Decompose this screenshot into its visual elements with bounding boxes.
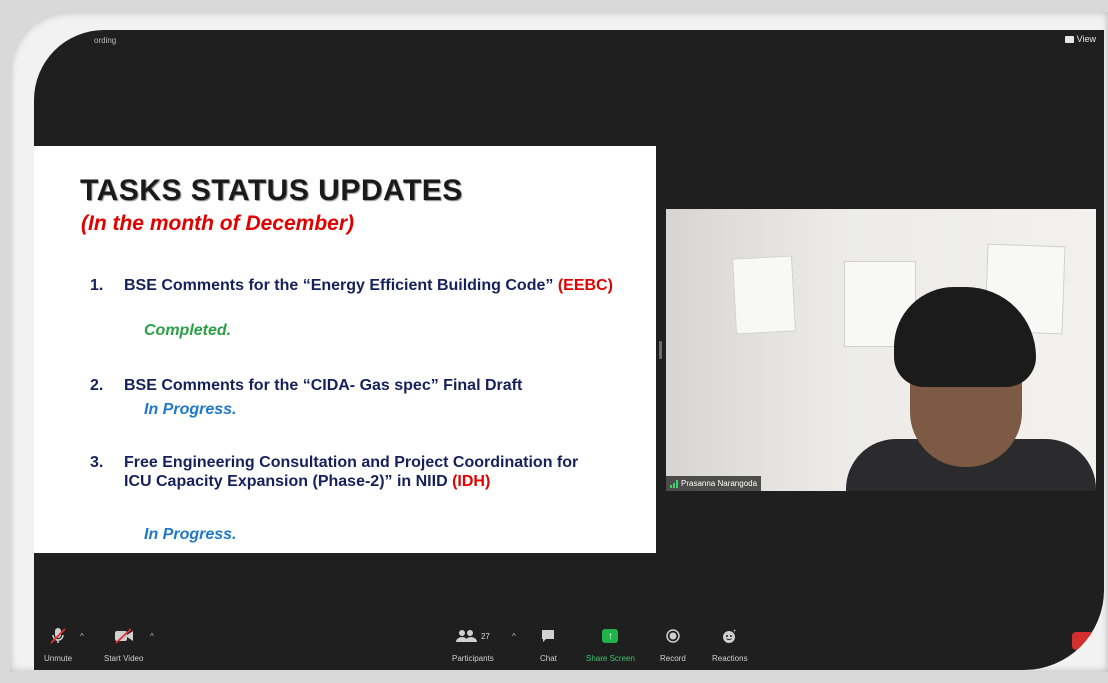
task-number: 2. bbox=[90, 377, 104, 394]
participant-count: 27 bbox=[480, 631, 490, 641]
participant-name: Prasanna Narangoda bbox=[681, 479, 758, 488]
video-off-icon bbox=[114, 626, 134, 646]
wall-paper bbox=[732, 255, 796, 335]
task-text-main: BSE Comments for the “CIDA- Gas spec” Fi… bbox=[124, 377, 523, 394]
connection-signal-icon bbox=[670, 479, 678, 488]
slide-subtitle: (In the month of December) bbox=[81, 212, 355, 235]
task-status-2: In Progress. bbox=[144, 401, 237, 418]
share-screen-icon: ↑ bbox=[602, 629, 619, 643]
task-text-main: BSE Comments for the “Energy Efficient B… bbox=[124, 277, 554, 294]
participants-button[interactable]: 27 Participants bbox=[452, 626, 494, 663]
share-screen-icon-wrap: ↑ bbox=[602, 626, 619, 646]
task-status-1: Completed. bbox=[144, 322, 232, 339]
task-status-3: In Progress. bbox=[144, 526, 237, 543]
participant-video[interactable]: Prasanna Narangoda bbox=[666, 209, 1096, 491]
reactions-label: Reactions bbox=[712, 654, 748, 663]
chat-icon bbox=[541, 626, 555, 646]
task-text-highlight: (EEBC) bbox=[557, 277, 613, 294]
reactions-smiley-icon: + bbox=[722, 626, 738, 646]
start-video-button[interactable]: Start Video bbox=[104, 626, 143, 663]
view-grid-icon bbox=[1064, 35, 1074, 43]
end-meeting-button[interactable] bbox=[1072, 632, 1098, 650]
task-text: Free Engineering Consultation and Projec… bbox=[124, 453, 594, 491]
task-text: BSE Comments for the “Energy Efficient B… bbox=[124, 276, 624, 295]
participants-icon: 27 bbox=[455, 626, 490, 646]
start-video-label: Start Video bbox=[104, 654, 144, 663]
record-label: Record bbox=[660, 654, 686, 663]
participants-label: Participants bbox=[452, 654, 494, 663]
meeting-toolbar: Unmute ^ Start Video ^ 27 Participants ^… bbox=[34, 622, 1104, 670]
video-options-caret-icon[interactable]: ^ bbox=[150, 632, 154, 641]
slide-title: TASKS STATUS UPDATES bbox=[80, 174, 463, 207]
share-screen-button[interactable]: ↑ Share Screen bbox=[586, 626, 635, 663]
share-screen-label: Share Screen bbox=[586, 654, 635, 663]
recording-label: ording bbox=[94, 36, 117, 45]
unmute-button[interactable]: Unmute bbox=[44, 626, 72, 663]
chat-label: Chat bbox=[540, 654, 557, 663]
record-button[interactable]: Record bbox=[660, 626, 686, 663]
view-label: View bbox=[1076, 34, 1096, 44]
split-view-handle[interactable] bbox=[659, 341, 662, 359]
meeting-window: ording View TASKS STATUS UPDATES (In the… bbox=[34, 30, 1104, 670]
record-icon bbox=[666, 626, 680, 646]
audio-options-caret-icon[interactable]: ^ bbox=[80, 632, 84, 641]
task-number: 1. bbox=[90, 277, 104, 294]
view-button[interactable]: View bbox=[1064, 34, 1096, 44]
svg-text:+: + bbox=[733, 629, 737, 635]
reactions-button[interactable]: + Reactions bbox=[712, 626, 748, 663]
muted-microphone-icon bbox=[50, 626, 66, 646]
participants-caret-icon[interactable]: ^ bbox=[512, 632, 516, 641]
task-text-main: Free Engineering Consultation and Projec… bbox=[124, 454, 579, 490]
task-number: 3. bbox=[90, 454, 104, 471]
task-text: BSE Comments for the “CIDA- Gas spec” Fi… bbox=[124, 376, 624, 395]
shared-slide: TASKS STATUS UPDATES (In the month of De… bbox=[34, 146, 656, 553]
unmute-label: Unmute bbox=[44, 654, 73, 663]
participant-name-tag: Prasanna Narangoda bbox=[666, 476, 762, 491]
task-text-highlight: (IDH) bbox=[452, 473, 491, 490]
chat-button[interactable]: Chat bbox=[540, 626, 557, 663]
